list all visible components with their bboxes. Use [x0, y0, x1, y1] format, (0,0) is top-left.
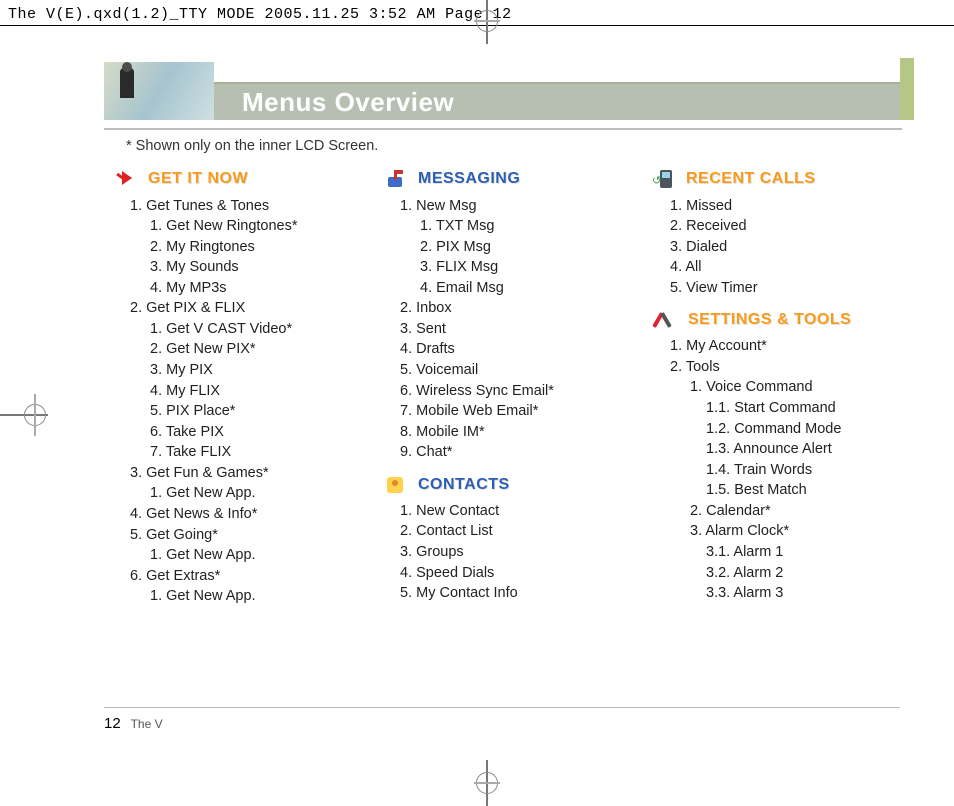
- list-item: 3.1. Alarm 1: [706, 542, 914, 563]
- title-photo: [104, 62, 214, 120]
- list-item: 5. PIX Place*: [150, 402, 374, 423]
- page-number: 12: [104, 715, 121, 732]
- list-item: 2. Tools: [670, 357, 914, 378]
- list-item: 1.3. Announce Alert: [706, 440, 914, 461]
- footer-rule: [104, 707, 900, 708]
- list-item: 2. My Ringtones: [150, 237, 374, 258]
- list-item: 2. Get New PIX*: [150, 340, 374, 361]
- contacts-icon: [384, 473, 410, 495]
- horizontal-rule: [104, 128, 902, 130]
- list-item: 2. Get PIX & FLIX: [130, 299, 374, 320]
- list-item: 3. Alarm Clock*: [690, 522, 914, 543]
- list-item: 2. Contact List: [400, 522, 644, 543]
- list-item: 3. Sent: [400, 319, 644, 340]
- list-item: 4. Email Msg: [420, 278, 644, 299]
- section-recent-calls: ↺ RECENT CALLS: [654, 168, 914, 190]
- column-3: ↺ RECENT CALLS 1. Missed2. Received3. Di…: [654, 164, 914, 607]
- list-item: 4. Speed Dials: [400, 563, 644, 584]
- section-settings-tools: SETTINGS & TOOLS: [654, 309, 914, 331]
- settings-tools-list: 1. My Account*2. Tools1. Voice Command1.…: [670, 337, 914, 604]
- section-contacts: CONTACTS: [384, 473, 644, 495]
- list-item: 3. Get Fun & Games*: [130, 463, 374, 484]
- arrow-icon: [114, 168, 140, 190]
- messaging-list: 1. New Msg1. TXT Msg2. PIX Msg3. FLIX Ms…: [400, 196, 644, 463]
- recent-calls-list: 1. Missed2. Received3. Dialed4. All5. Vi…: [670, 196, 914, 299]
- list-item: 9. Chat*: [400, 443, 644, 464]
- list-item: 3. Dialed: [670, 237, 914, 258]
- list-item: 4. All: [670, 258, 914, 279]
- contacts-list: 1. New Contact2. Contact List3. Groups4.…: [400, 501, 644, 604]
- list-item: 4. My MP3s: [150, 278, 374, 299]
- list-item: 5. Get Going*: [130, 525, 374, 546]
- list-item: 6. Wireless Sync Email*: [400, 381, 644, 402]
- page-footer: 12 The V: [104, 715, 163, 732]
- list-item: 1. Get V CAST Video*: [150, 319, 374, 340]
- list-item: 1. Missed: [670, 196, 914, 217]
- list-item: 4. Get News & Info*: [130, 504, 374, 525]
- list-item: 1. Get New Ringtones*: [150, 217, 374, 238]
- title-strip: Menus Overview: [214, 82, 914, 120]
- list-item: 2. Calendar*: [690, 501, 914, 522]
- crop-mark-bottom: [472, 768, 502, 798]
- list-item: 1. New Contact: [400, 501, 644, 522]
- accent-block: [900, 58, 914, 120]
- list-item: 2. Inbox: [400, 299, 644, 320]
- get-it-now-list: 1. Get Tunes & Tones1. Get New Ringtones…: [130, 196, 374, 607]
- list-item: 1. Get New App.: [150, 546, 374, 567]
- list-item: 5. View Timer: [670, 278, 914, 299]
- list-item: 1. Get Tunes & Tones: [130, 196, 374, 217]
- page-content: Menus Overview * Shown only on the inner…: [104, 58, 914, 734]
- list-item: 3. Groups: [400, 542, 644, 563]
- list-item: 6. Take PIX: [150, 422, 374, 443]
- title-bar: Menus Overview: [104, 58, 914, 120]
- list-item: 1. My Account*: [670, 337, 914, 358]
- column-2: MESSAGING 1. New Msg1. TXT Msg2. PIX Msg…: [384, 164, 644, 607]
- crop-mark-top: [472, 6, 502, 36]
- list-item: 1. Voice Command: [690, 378, 914, 399]
- lcd-note: * Shown only on the inner LCD Screen.: [126, 138, 914, 154]
- book-name: The V: [131, 717, 163, 731]
- list-item: 1. TXT Msg: [420, 217, 644, 238]
- section-label: SETTINGS & TOOLS: [688, 309, 851, 331]
- mailbox-icon: [384, 168, 410, 190]
- page-title: Menus Overview: [242, 87, 454, 118]
- section-label: RECENT CALLS: [686, 168, 816, 190]
- list-item: 7. Take FLIX: [150, 443, 374, 464]
- list-item: 1. Get New App.: [150, 587, 374, 608]
- list-item: 3. My Sounds: [150, 258, 374, 279]
- list-item: 1.2. Command Mode: [706, 419, 914, 440]
- tools-icon: [654, 309, 680, 331]
- list-item: 4. My FLIX: [150, 381, 374, 402]
- list-item: 3. My PIX: [150, 361, 374, 382]
- list-item: 8. Mobile IM*: [400, 422, 644, 443]
- section-label: GET IT NOW: [148, 168, 248, 190]
- list-item: 1.4. Train Words: [706, 460, 914, 481]
- list-item: 1. New Msg: [400, 196, 644, 217]
- section-get-it-now: GET IT NOW: [114, 168, 374, 190]
- list-item: 7. Mobile Web Email*: [400, 402, 644, 423]
- list-item: 3.2. Alarm 2: [706, 563, 914, 584]
- list-item: 3.3. Alarm 3: [706, 584, 914, 605]
- phone-icon: ↺: [654, 168, 678, 190]
- section-messaging: MESSAGING: [384, 168, 644, 190]
- crop-mark-left: [0, 400, 48, 430]
- list-item: 4. Drafts: [400, 340, 644, 361]
- list-item: 1. Get New App.: [150, 484, 374, 505]
- list-item: 1.1. Start Command: [706, 399, 914, 420]
- section-label: CONTACTS: [418, 474, 510, 496]
- list-item: 3. FLIX Msg: [420, 258, 644, 279]
- list-item: 2. PIX Msg: [420, 237, 644, 258]
- list-item: 5. My Contact Info: [400, 584, 644, 605]
- list-item: 5. Voicemail: [400, 361, 644, 382]
- column-1: GET IT NOW 1. Get Tunes & Tones1. Get Ne…: [114, 164, 374, 607]
- list-item: 1.5. Best Match: [706, 481, 914, 502]
- list-item: 2. Received: [670, 217, 914, 238]
- list-item: 6. Get Extras*: [130, 566, 374, 587]
- section-label: MESSAGING: [418, 168, 520, 190]
